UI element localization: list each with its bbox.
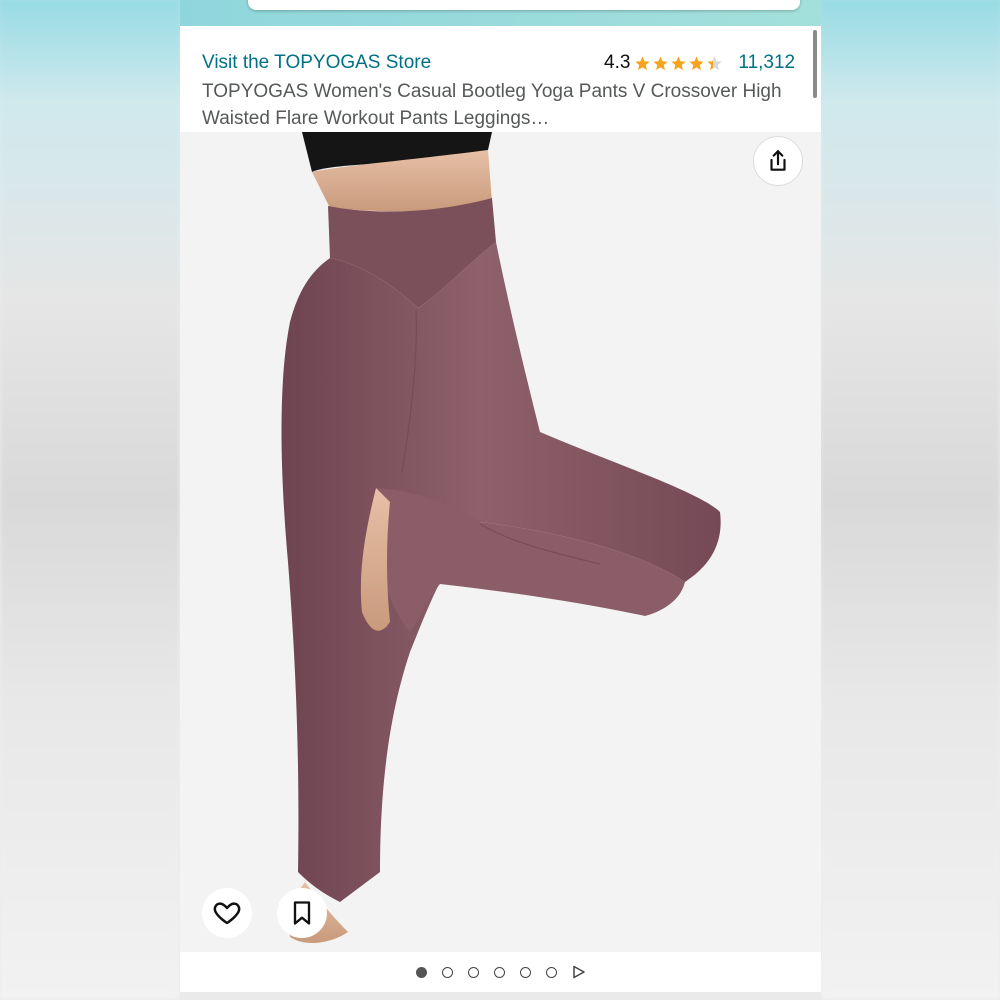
- search-input[interactable]: [248, 0, 800, 10]
- star-icon: [671, 55, 687, 70]
- store-link[interactable]: Visit the TOPYOGAS Store: [202, 52, 431, 74]
- product-page: Visit the TOPYOGAS Store 4.3 11,312 TOPY…: [180, 0, 821, 1000]
- favorite-button[interactable]: [202, 888, 252, 938]
- blurred-background-right: [820, 0, 1000, 1000]
- star-icon: [635, 55, 651, 70]
- header-bar: [180, 0, 821, 26]
- share-icon: [770, 150, 786, 171]
- product-image-carousel[interactable]: [180, 132, 821, 952]
- pagination-dot[interactable]: [519, 966, 531, 978]
- product-title: TOPYOGAS Women's Casual Bootleg Yoga Pan…: [202, 81, 782, 129]
- share-button[interactable]: [753, 136, 803, 186]
- play-icon[interactable]: [572, 965, 586, 979]
- bottom-divider: [180, 992, 821, 1000]
- blurred-background-left: [0, 0, 180, 1000]
- review-count[interactable]: 11,312: [738, 52, 795, 74]
- bookmark-icon: [293, 901, 311, 925]
- rating-value: 4.3: [604, 52, 631, 73]
- pagination-dot[interactable]: [467, 966, 479, 978]
- star-icon: [653, 55, 669, 70]
- star-rating: [634, 55, 724, 72]
- pagination-dot[interactable]: [493, 966, 505, 978]
- pagination-dot-active[interactable]: [415, 966, 427, 978]
- heart-icon: [213, 902, 241, 925]
- pagination-dot[interactable]: [545, 966, 557, 978]
- image-pagination[interactable]: [180, 952, 821, 992]
- star-icon: [689, 55, 705, 70]
- scrollbar[interactable]: [813, 30, 817, 98]
- save-button[interactable]: [277, 888, 327, 938]
- pagination-dot[interactable]: [441, 966, 453, 978]
- rating-summary[interactable]: 4.3 11,312: [604, 52, 795, 74]
- product-image: [281, 132, 721, 944]
- star-half-icon: [707, 55, 723, 70]
